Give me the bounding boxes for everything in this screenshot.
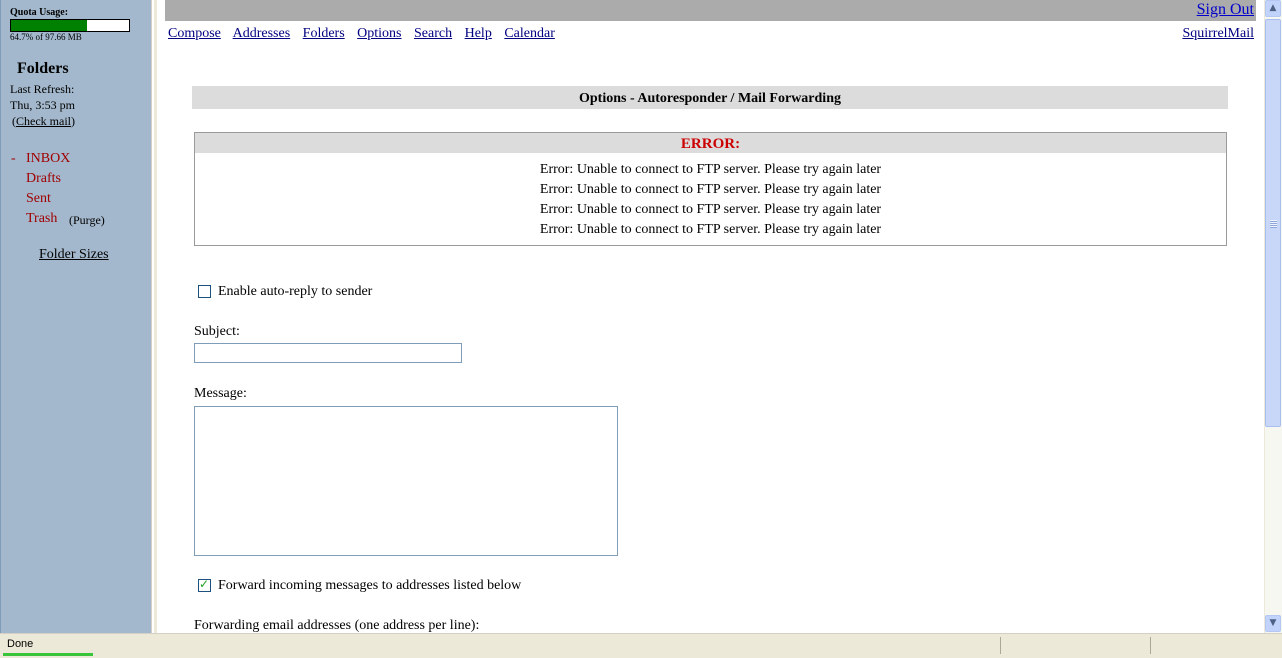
error-message: Error: Unable to connect to FTP server. … bbox=[539, 202, 882, 217]
error-box: ERROR: Error: Unable to connect to FTP s… bbox=[194, 132, 1227, 246]
menu-folders[interactable]: Folders bbox=[303, 26, 345, 41]
error-message: Error: Unable to connect to FTP server. … bbox=[539, 182, 882, 197]
forward-checkbox[interactable] bbox=[198, 577, 211, 592]
message-textarea[interactable] bbox=[194, 406, 618, 556]
purge-trash-link[interactable]: (Purge) bbox=[69, 213, 105, 228]
menu-help[interactable]: Help bbox=[465, 26, 492, 41]
scrollbar-grip-icon bbox=[1270, 220, 1277, 228]
scroll-up-arrow-icon[interactable]: ▲ bbox=[1265, 0, 1281, 17]
status-progress-bar bbox=[3, 653, 93, 656]
status-text: Done bbox=[7, 638, 34, 650]
check-mail-close-paren: ) bbox=[70, 114, 75, 128]
quota-bar bbox=[10, 19, 130, 32]
folder-sizes-link[interactable]: Folder Sizes bbox=[39, 247, 109, 263]
main-menu: Compose Addresses Folders Options Search… bbox=[168, 26, 564, 42]
top-bar: Sign Out bbox=[165, 0, 1256, 21]
status-divider bbox=[1150, 637, 1151, 654]
folder-sent[interactable]: Sent bbox=[26, 191, 51, 207]
page-title: Options - Autoresponder / Mail Forwardin… bbox=[192, 86, 1228, 109]
browser-status-bar: Done bbox=[0, 633, 1282, 658]
menu-calendar[interactable]: Calendar bbox=[504, 26, 555, 41]
menu-options[interactable]: Options bbox=[357, 26, 401, 41]
subject-label: Subject: bbox=[194, 324, 240, 339]
quota-label: Quota Usage: bbox=[10, 7, 69, 18]
scrollbar-thumb[interactable] bbox=[1265, 19, 1281, 427]
left-folder-pane: Quota Usage: 64.7% of 97.66 MB Folders L… bbox=[0, 0, 152, 633]
folder-trash[interactable]: Trash bbox=[26, 211, 57, 227]
check-mail-link[interactable]: Check mail bbox=[16, 114, 71, 128]
forward-label: Forward incoming messages to addresses l… bbox=[218, 578, 522, 593]
folders-title: Folders bbox=[17, 60, 69, 77]
folder-inbox[interactable]: INBOX bbox=[26, 151, 70, 167]
squirrelmail-link[interactable]: SquirrelMail bbox=[1182, 26, 1254, 42]
error-message: Error: Unable to connect to FTP server. … bbox=[539, 162, 882, 177]
menu-compose[interactable]: Compose bbox=[168, 26, 221, 41]
sign-out-link[interactable]: Sign Out bbox=[1197, 1, 1254, 19]
status-divider bbox=[1000, 637, 1001, 654]
quota-bar-fill bbox=[11, 20, 88, 31]
error-message: Error: Unable to connect to FTP server. … bbox=[539, 222, 882, 237]
autoreply-checkbox[interactable] bbox=[198, 285, 211, 298]
error-title: ERROR: bbox=[195, 133, 1226, 153]
scroll-down-arrow-icon[interactable]: ▼ bbox=[1265, 615, 1281, 632]
subject-input[interactable] bbox=[194, 343, 462, 363]
inbox-collapse-toggle[interactable]: - bbox=[11, 151, 16, 167]
menu-addresses[interactable]: Addresses bbox=[233, 26, 291, 41]
forwarding-addresses-label: Forwarding email addresses (one address … bbox=[194, 618, 480, 633]
main-pane: Sign Out Compose Addresses Folders Optio… bbox=[158, 0, 1264, 633]
vertical-scrollbar[interactable]: ▲ ▼ bbox=[1264, 0, 1282, 633]
menu-search[interactable]: Search bbox=[414, 26, 452, 41]
quota-text: 64.7% of 97.66 MB bbox=[10, 32, 82, 42]
last-refresh-time: Thu, 3:53 pm bbox=[10, 98, 75, 112]
check-mail-wrapper: (Check mail) bbox=[12, 114, 75, 129]
folder-drafts[interactable]: Drafts bbox=[26, 171, 61, 187]
last-refresh-label: Last Refresh: bbox=[10, 82, 75, 96]
message-label: Message: bbox=[194, 386, 247, 401]
autoreply-label: Enable auto-reply to sender bbox=[218, 284, 373, 299]
